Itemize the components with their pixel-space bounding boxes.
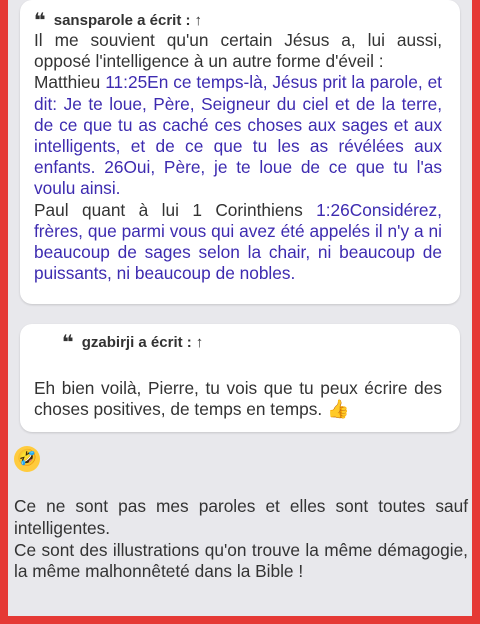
reply-paragraph: Ce sont des illustrations qu'on trouve l…: [14, 539, 468, 582]
laughing-emoji-icon: 🤣: [14, 446, 40, 472]
quote-line: Matthieu 11:25En ce temps-là, Jésus prit…: [34, 72, 442, 199]
quote-text: Matthieu: [34, 72, 106, 93]
quote-mark-icon: ❝: [62, 330, 74, 354]
quote-text: Eh bien voilà, Pierre, tu vois que tu pe…: [34, 378, 442, 420]
quote-body: Eh bien voilà, Pierre, tu vois que tu pe…: [34, 378, 442, 420]
quote-header: ❝ sansparole a écrit : ↑: [34, 8, 442, 32]
jump-to-post-icon[interactable]: ↑: [196, 334, 204, 351]
thumbs-up-icon: 👍: [326, 399, 350, 420]
jump-to-post-icon[interactable]: ↑: [194, 12, 202, 29]
red-frame-right: [472, 0, 480, 624]
quote-text: Paul quant à lui 1 Corinthiens: [34, 199, 317, 220]
quote-author: gzabirji a écrit :: [81, 333, 192, 351]
quote-author: sansparole a écrit :: [53, 11, 191, 29]
quote-line: Il me souvient qu'un certain Jésus a, lu…: [34, 30, 442, 72]
reply-paragraph: Ce ne sont pas mes paroles et elles sont…: [14, 496, 468, 538]
red-frame-bottom: [0, 616, 480, 624]
quote-mark-icon: ❝: [34, 8, 46, 32]
red-frame-left: [0, 0, 8, 624]
quote-line: Paul quant à lui 1 Corinthiens 1:26Consi…: [34, 200, 442, 285]
quote-block-sansparole: ❝ sansparole a écrit : ↑ Il me souvient …: [20, 0, 460, 304]
quote-block-gzabirji: ❝ gzabirji a écrit : ↑ Eh bien voilà, Pi…: [20, 324, 460, 432]
quote-header: ❝ gzabirji a écrit : ↑: [62, 330, 442, 354]
reply-text: Ce ne sont pas mes paroles et elles sont…: [14, 496, 468, 583]
quote-body: Il me souvient qu'un certain Jésus a, lu…: [34, 30, 442, 284]
